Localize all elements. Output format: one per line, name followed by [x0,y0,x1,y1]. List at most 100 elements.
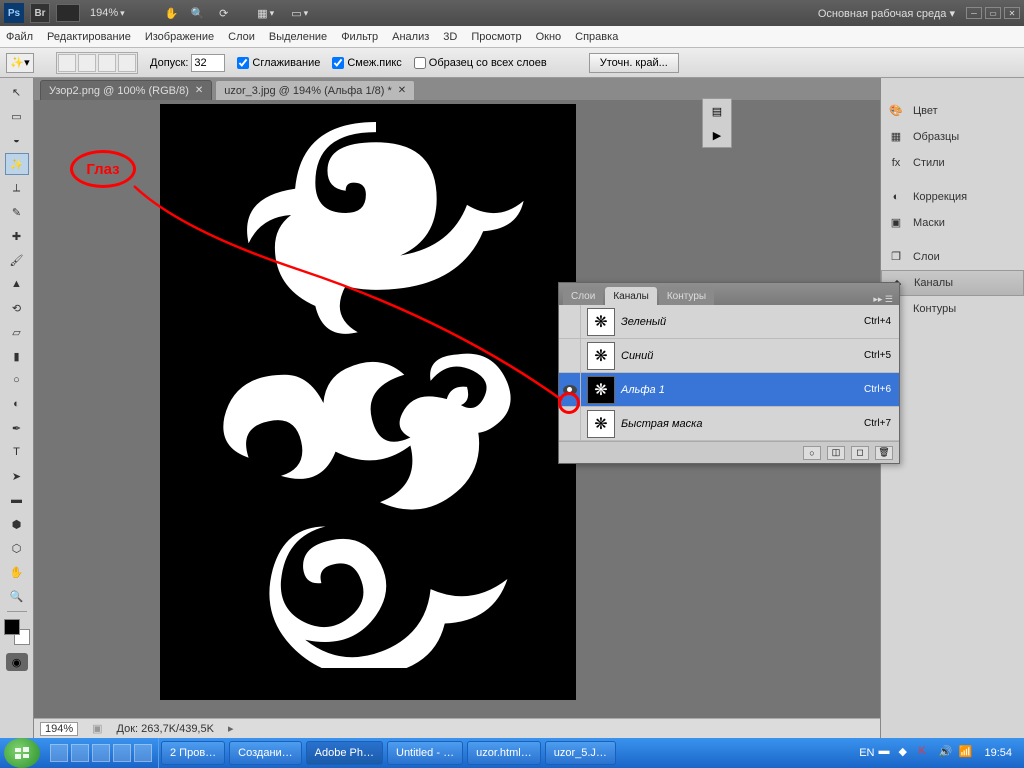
panel-channels[interactable]: ◆Каналы [881,270,1024,296]
minimize-window-button[interactable]: ─ [966,7,982,19]
contiguous-checkbox[interactable]: Смеж.пикс [332,57,401,69]
arrange-docs-icon[interactable]: ▦ [256,3,276,23]
marquee-tool[interactable]: ▭ [5,105,29,127]
close-tab-icon[interactable]: ✕ [195,85,203,96]
selection-new-button[interactable] [58,54,76,72]
menu-layers[interactable]: Слои [228,31,255,43]
channels-floating-panel[interactable]: Слои Каналы Контуры ▸▸ ☰ ❋ Зеленый Ctrl+… [558,282,900,464]
tool-preset-picker[interactable]: ✨▾ [6,53,34,73]
canvas[interactable] [160,104,576,700]
tray-icon[interactable]: 🔊 [938,745,954,761]
refine-edge-button[interactable]: Уточн. край... [589,53,679,73]
channel-row[interactable]: ❋ Быстрая маска Ctrl+7 [559,407,899,441]
crop-tool[interactable]: ⟂ [5,177,29,199]
channel-visibility-toggle[interactable] [559,305,581,338]
taskbar-item[interactable]: uzor.html… [467,741,541,765]
taskbar-item[interactable]: 2 Пров… [161,741,225,765]
shape-tool[interactable]: ▬ [5,489,29,511]
eraser-tool[interactable]: ▱ [5,321,29,343]
panel-adjustments[interactable]: ◐Коррекция [881,184,1024,210]
panel-tab-paths[interactable]: Контуры [659,287,714,305]
panel-paths[interactable]: ✧Контуры [881,296,1024,322]
zoom-tool-icon[interactable]: 🔍 [188,3,208,23]
load-selection-button[interactable]: ○ [803,446,821,460]
start-button[interactable] [4,738,40,768]
tray-icon[interactable]: ◆ [898,745,914,761]
blur-tool[interactable]: ○ [5,369,29,391]
actions-panel-icon[interactable]: ▶ [703,123,731,147]
document-tab[interactable]: uzor_3.jpg @ 194% (Альфа 1/8) * ✕ [215,80,415,100]
taskbar-item[interactable]: Создани… [229,741,302,765]
quick-launch-icon[interactable] [71,744,89,762]
clone-stamp-tool[interactable]: ▲ [5,273,29,295]
menu-help[interactable]: Справка [575,31,618,43]
history-brush-tool[interactable]: ⟲ [5,297,29,319]
menu-analysis[interactable]: Анализ [392,31,429,43]
3d-tool[interactable]: ⬢ [5,513,29,535]
bridge-logo-icon[interactable]: Br [30,3,50,23]
menu-edit[interactable]: Редактирование [47,31,131,43]
channel-row[interactable]: ❋ Альфа 1 Ctrl+6 [559,373,899,407]
panel-swatches[interactable]: ▦Образцы [881,124,1024,150]
menu-view[interactable]: Просмотр [471,31,521,43]
close-window-button[interactable]: ✕ [1004,7,1020,19]
quick-mask-button[interactable]: ◉ [6,653,28,671]
pen-tool[interactable]: ✒ [5,417,29,439]
antialias-checkbox[interactable]: Сглаживание [237,57,320,69]
document-tab[interactable]: Узор2.png @ 100% (RGB/8) ✕ [40,80,212,100]
zoom-level-dropdown[interactable]: 194% [90,7,125,19]
tolerance-input[interactable] [191,54,225,72]
save-selection-button[interactable]: ◫ [827,446,845,460]
screen-mode-icon[interactable]: ▭ [290,3,310,23]
channel-visibility-toggle[interactable] [559,339,581,372]
workspace-switcher[interactable]: Основная рабочая среда ▾ [818,7,955,20]
channel-visibility-toggle[interactable] [559,407,581,440]
panel-tab-channels[interactable]: Каналы [605,287,657,305]
color-swatches[interactable] [4,619,30,645]
panel-masks[interactable]: ▣Маски [881,210,1024,236]
move-tool[interactable]: ↖ [5,81,29,103]
channel-row[interactable]: ❋ Зеленый Ctrl+4 [559,305,899,339]
menu-select[interactable]: Выделение [269,31,327,43]
taskbar-item[interactable]: uzor_5.J… [545,741,616,765]
channel-visibility-toggle[interactable] [559,373,581,406]
tray-icon[interactable]: ▬ [878,745,894,761]
rotate-view-icon[interactable]: ⟳ [214,3,234,23]
foreground-color[interactable] [4,619,20,635]
eyedropper-tool[interactable]: ✎ [5,201,29,223]
panel-styles[interactable]: fxСтили [881,150,1024,176]
menu-file[interactable]: Файл [6,31,33,43]
close-tab-icon[interactable]: ✕ [398,85,406,96]
lasso-tool[interactable]: ◒ [5,129,29,151]
path-selection-tool[interactable]: ➤ [5,465,29,487]
healing-brush-tool[interactable]: ✚ [5,225,29,247]
quick-launch-icon[interactable] [134,744,152,762]
menu-filter[interactable]: Фильтр [341,31,378,43]
magic-wand-tool[interactable]: ✨ [5,153,29,175]
language-indicator[interactable]: EN [859,747,874,759]
taskbar-item[interactable]: Untitled - … [387,741,463,765]
quick-launch-icon[interactable] [92,744,110,762]
selection-add-button[interactable] [78,54,96,72]
channel-row[interactable]: ❋ Синий Ctrl+5 [559,339,899,373]
panel-layers[interactable]: ❐Слои [881,244,1024,270]
hand-tool-icon[interactable]: ✋ [162,3,182,23]
history-panel-icon[interactable]: ▤ [703,99,731,123]
hand-tool[interactable]: ✋ [5,561,29,583]
panel-tab-layers[interactable]: Слои [563,287,603,305]
gradient-tool[interactable]: ▮ [5,345,29,367]
tray-icon[interactable]: 📶 [958,745,974,761]
brush-tool[interactable]: 🖌 [5,249,29,271]
type-tool[interactable]: T [5,441,29,463]
zoom-tool-box[interactable]: 🔍 [5,585,29,607]
tray-icon[interactable]: K [918,745,934,761]
panel-menu-icon[interactable]: ▸▸ ☰ [867,294,899,305]
taskbar-clock[interactable]: 19:54 [978,747,1018,759]
selection-subtract-button[interactable] [98,54,116,72]
taskbar-item[interactable]: Adobe Ph… [306,741,383,765]
menu-image[interactable]: Изображение [145,31,214,43]
restore-window-button[interactable]: ▭ [985,7,1001,19]
sample-all-layers-checkbox[interactable]: Образец со всех слоев [414,57,547,69]
menu-3d[interactable]: 3D [443,31,457,43]
mini-bridge-icon[interactable] [56,4,80,22]
